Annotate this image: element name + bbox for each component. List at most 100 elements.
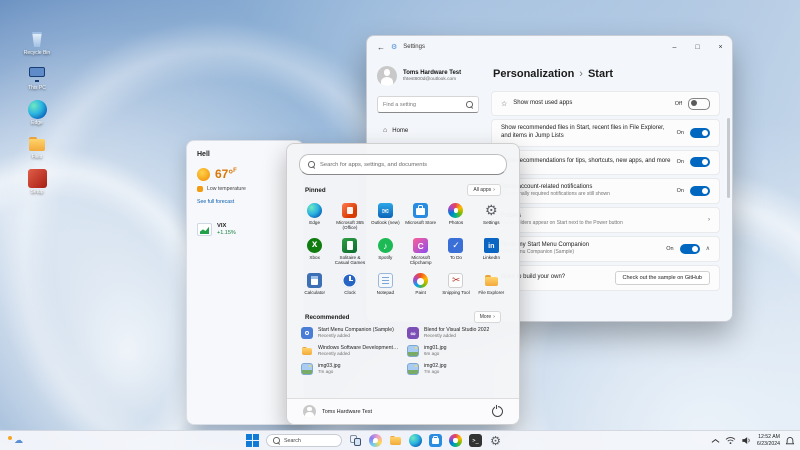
pinned-app[interactable]: Photos [438, 200, 473, 232]
forecast-link[interactable]: See full forecast [197, 199, 293, 205]
taskbar-app-icon[interactable] [389, 434, 402, 447]
desktop: Recycle Bin This PC Edge Files Setup [0, 0, 800, 450]
toggle-switch[interactable] [690, 128, 710, 138]
minimize-button[interactable]: – [663, 36, 686, 58]
pinned-app[interactable]: Edge [297, 200, 332, 232]
desktop-icon[interactable]: Files [10, 134, 64, 161]
stock-card[interactable]: VIX +1.15% [197, 223, 293, 237]
taskbar-app-icon[interactable] [489, 434, 502, 447]
chevron-icon: ∧ [706, 245, 710, 252]
pinned-app[interactable]: Xbox [297, 235, 332, 267]
pinned-app[interactable]: Paint [403, 270, 438, 302]
settings-search-input[interactable]: Find a setting [377, 96, 479, 113]
app-label: Microsoft Store [404, 220, 438, 231]
sidebar-item-label: Home [392, 128, 408, 134]
taskbar-app-icon[interactable] [369, 434, 382, 447]
settings-row[interactable]: Show recommended files in Start, recent … [491, 119, 720, 147]
app-label: Calculator [298, 290, 332, 301]
pinned-app[interactable]: Snipping Tool [438, 270, 473, 302]
app-label: Microsoft 365 (Office) [333, 220, 367, 231]
row-action-button[interactable]: Check out the sample on GitHub [615, 271, 711, 285]
volume-icon[interactable] [741, 436, 752, 445]
app-label: Solitaire & Casual Games [333, 255, 367, 266]
app-label: To Do [439, 255, 473, 266]
toggle-state-label: On [677, 130, 684, 136]
recommended-item[interactable]: img01.jpg 6m ago [407, 345, 505, 357]
recommended-item-meta: 7m ago [424, 369, 447, 375]
close-button[interactable]: × [709, 36, 732, 58]
toggle-switch[interactable] [690, 186, 710, 196]
breadcrumb-section[interactable]: Personalization [493, 68, 574, 80]
app-icon [378, 273, 393, 288]
pinned-app[interactable]: LinkedIn [474, 235, 509, 267]
setting-sublabel: Start Menu Companion (Sample) [501, 249, 660, 255]
power-button[interactable] [492, 406, 503, 417]
wifi-icon[interactable] [725, 436, 736, 445]
settings-row[interactable]: Folders These folders appear on Start ne… [491, 207, 720, 233]
pinned-app[interactable]: To Do [438, 235, 473, 267]
desktop-icon[interactable]: Edge [10, 100, 64, 127]
taskbar-app-icon[interactable] [349, 434, 362, 447]
pinned-app[interactable]: File Explorer [474, 270, 509, 302]
widgets-location-title: Hell [197, 151, 293, 158]
taskbar: ☁ Search [0, 430, 800, 450]
sun-icon [8, 436, 12, 440]
account-profile[interactable]: Toms Hardware Test thtest600d@outlook.co… [377, 66, 479, 86]
pinned-app[interactable]: Outlook (new) [368, 200, 403, 232]
pinned-app[interactable]: Spotify [368, 235, 403, 267]
settings-row[interactable]: Show my Start Menu Companion Start Menu … [491, 236, 720, 262]
app-icon [413, 273, 428, 288]
app-label: Spotify [368, 255, 402, 266]
pinned-app[interactable]: Notepad [368, 270, 403, 302]
desktop-icon[interactable]: This PC [10, 65, 64, 92]
start-search-input[interactable]: Search for apps, settings, and documents [299, 154, 507, 175]
recommended-item[interactable]: Windows Software Development Kit Recentl… [301, 345, 399, 357]
settings-row[interactable]: Show recommendations for tips, shortcuts… [491, 150, 720, 175]
all-apps-button[interactable]: All apps [467, 184, 501, 196]
pinned-app[interactable]: Settings [474, 200, 509, 232]
settings-search-placeholder: Find a setting [383, 102, 416, 108]
pinned-app[interactable]: Microsoft Store [403, 200, 438, 232]
sidebar-item-home[interactable]: ⌂ Home [377, 123, 479, 138]
pinned-app[interactable]: Clock [332, 270, 367, 302]
recommended-item[interactable]: img02.jpg 7m ago [407, 363, 505, 375]
weather-card[interactable]: 67°F [197, 168, 293, 181]
taskbar-app-icon[interactable] [469, 434, 482, 447]
taskbar-app-icon[interactable] [449, 434, 462, 447]
maximize-button[interactable]: □ [686, 36, 709, 58]
clock-date[interactable]: 12:52 AM 6/23/2024 [757, 434, 780, 447]
recommended-item[interactable]: Blend for Visual Studio 2022 Recently ad… [407, 327, 505, 339]
toggle-switch[interactable] [680, 244, 700, 254]
recommended-item[interactable]: Start Menu Companion (Sample) Recently a… [301, 327, 399, 339]
app-icon [484, 273, 499, 288]
pinned-app[interactable]: Microsoft 365 (Office) [332, 200, 367, 232]
toggle-switch[interactable] [688, 98, 710, 110]
taskbar-app-icon[interactable] [429, 434, 442, 447]
account-name: Toms Hardware Test [403, 70, 461, 77]
settings-row[interactable]: Want to build your own? Check out the sa… [491, 265, 720, 291]
pinned-app[interactable]: Microsoft Clipchamp [403, 235, 438, 267]
toggle-switch[interactable] [690, 157, 710, 167]
pinned-app[interactable]: Calculator [297, 270, 332, 302]
scrollbar[interactable] [727, 118, 730, 198]
notification-bell-icon[interactable] [785, 436, 795, 446]
desktop-icon[interactable]: Recycle Bin [10, 30, 64, 57]
pinned-app[interactable]: Solitaire & Casual Games [332, 235, 367, 267]
taskbar-app-icon[interactable] [409, 434, 422, 447]
app-icon [448, 203, 463, 218]
page-title: Start [588, 68, 613, 80]
user-button[interactable]: Toms Hardware Test [303, 405, 372, 418]
settings-row[interactable]: Show most used apps Off [491, 91, 720, 116]
back-button[interactable]: ← [377, 43, 385, 52]
recommended-item[interactable]: img03.jpg 7m ago [301, 363, 399, 375]
hidden-icons-chevron-icon[interactable] [711, 438, 720, 444]
app-icon [448, 238, 463, 253]
start-button[interactable] [246, 434, 259, 447]
more-button[interactable]: More [474, 311, 501, 323]
settings-row[interactable]: Show account-related notifications Occas… [491, 178, 720, 204]
taskbar-search[interactable]: Search [266, 434, 342, 447]
widgets-button[interactable]: ☁ [8, 431, 23, 450]
desktop-icon[interactable]: Setup [10, 169, 64, 196]
stock-chart-icon [197, 223, 212, 236]
recommended-item-meta: Recently added [318, 351, 399, 357]
